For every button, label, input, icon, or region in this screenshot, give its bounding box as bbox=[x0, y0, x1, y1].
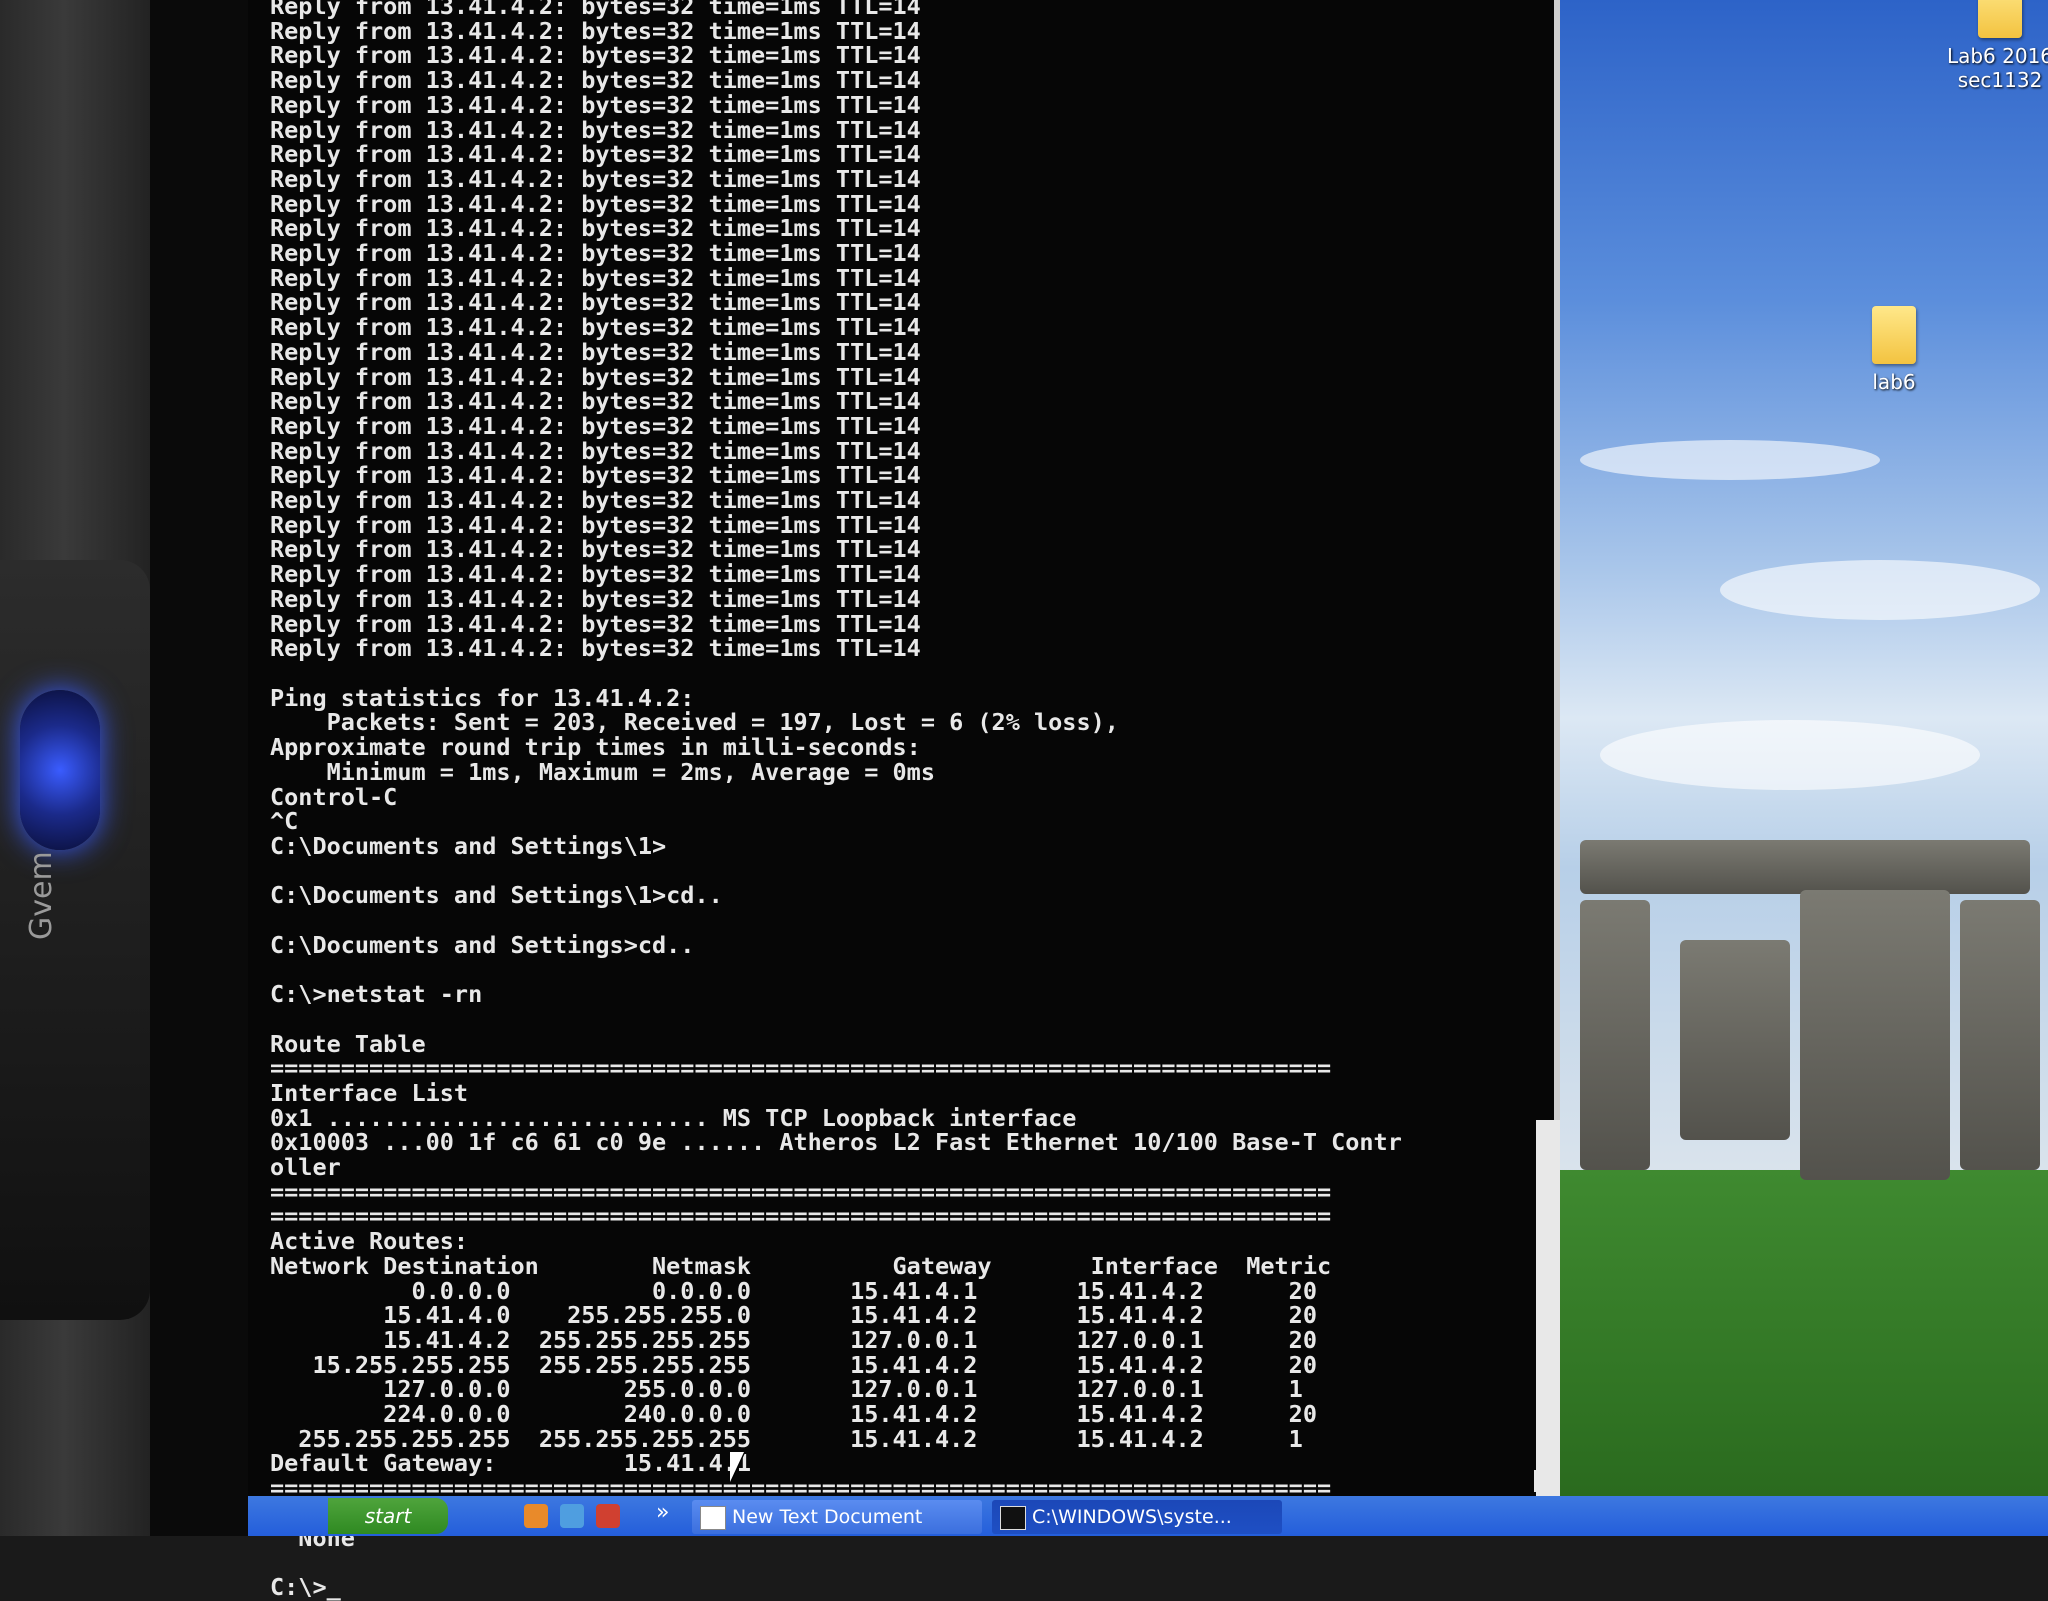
console-line: 224.0.0.0 240.0.0.0 15.41.4.2 15.41.4.2 … bbox=[270, 1400, 1317, 1429]
standing-stone bbox=[1580, 900, 1650, 1170]
console-line: oller bbox=[270, 1153, 341, 1182]
show-desktop-icon[interactable] bbox=[560, 1504, 584, 1528]
console-line: ========================================… bbox=[270, 1177, 1332, 1206]
console-line: Reply from 13.41.4.2: bytes=32 time=1ms … bbox=[270, 461, 921, 490]
console-line: Reply from 13.41.4.2: bytes=32 time=1ms … bbox=[270, 609, 921, 638]
desktop-icon-lab6[interactable]: lab6 bbox=[1834, 306, 1954, 394]
power-led bbox=[20, 690, 100, 850]
console-line: 0x10003 ...00 1f c6 61 c0 9e ...... Athe… bbox=[270, 1128, 1402, 1157]
cloud bbox=[1720, 560, 2040, 620]
taskbar-button-text-document[interactable]: New Text Document bbox=[692, 1500, 982, 1534]
quicklaunch-more-icon[interactable]: » bbox=[656, 1500, 669, 1525]
console-line: Reply from 13.41.4.2: bytes=32 time=1ms … bbox=[270, 510, 921, 539]
start-button[interactable]: start bbox=[328, 1498, 448, 1534]
console-line: Route Table bbox=[270, 1029, 426, 1058]
console-line: 127.0.0.0 255.0.0.0 127.0.0.1 127.0.0.1 … bbox=[270, 1375, 1303, 1404]
pc-brand-label: Gvem bbox=[24, 851, 59, 940]
console-line: Reply from 13.41.4.2: bytes=32 time=1ms … bbox=[270, 239, 921, 268]
lintel-stone bbox=[1580, 840, 2030, 894]
browser-quicklaunch-icon[interactable] bbox=[524, 1504, 548, 1528]
desktop-icon-label: sec1132 bbox=[1957, 68, 2043, 92]
console-line: Reply from 13.41.4.2: bytes=32 time=1ms … bbox=[270, 41, 921, 70]
console-line: C:\Documents and Settings>cd.. bbox=[270, 930, 695, 959]
taskbar-button-command-prompt[interactable]: C:\WINDOWS\syste... bbox=[992, 1500, 1282, 1534]
console-line: 0.0.0.0 0.0.0.0 15.41.4.1 15.41.4.2 20 bbox=[270, 1276, 1317, 1305]
taskbar-button-label: New Text Document bbox=[732, 1506, 923, 1528]
console-line: Default Gateway: 15.41.4.1 bbox=[270, 1449, 752, 1478]
console-line: Active Routes: bbox=[270, 1227, 469, 1256]
console-line: Reply from 13.41.4.2: bytes=32 time=1ms … bbox=[270, 189, 921, 218]
desktop-icon-label: lab6 bbox=[1872, 370, 1916, 394]
standing-stone bbox=[1960, 900, 2040, 1170]
mouse-pointer-icon bbox=[730, 1452, 758, 1482]
desktop-icon-label: Lab6 2016 bbox=[1946, 44, 2048, 68]
console-scrollbar[interactable] bbox=[1536, 1120, 1560, 1496]
console-line: Reply from 13.41.4.2: bytes=32 time=1ms … bbox=[270, 16, 921, 45]
console-line: ========================================… bbox=[270, 1202, 1332, 1231]
console-line: Reply from 13.41.4.2: bytes=32 time=1ms … bbox=[270, 66, 921, 95]
console-line: Reply from 13.41.4.2: bytes=32 time=1ms … bbox=[270, 436, 921, 465]
console-icon bbox=[1000, 1506, 1026, 1530]
console-line: C:\Documents and Settings\1> bbox=[270, 831, 667, 860]
console-line: Reply from 13.41.4.2: bytes=32 time=1ms … bbox=[270, 90, 921, 119]
console-line: Reply from 13.41.4.2: bytes=32 time=1ms … bbox=[270, 288, 921, 317]
console-line: Interface List bbox=[270, 1078, 469, 1107]
console-line: 15.41.4.2 255.255.255.255 127.0.0.1 127.… bbox=[270, 1325, 1317, 1354]
taskbar-button-label: C:\WINDOWS\syste... bbox=[1032, 1506, 1232, 1528]
console-line: Reply from 13.41.4.2: bytes=32 time=1ms … bbox=[270, 115, 921, 144]
console-line: 15.255.255.255 255.255.255.255 15.41.4.2… bbox=[270, 1350, 1317, 1379]
console-line: C:\>netstat -rn bbox=[270, 980, 483, 1009]
console-line: C:\>_ bbox=[270, 1573, 341, 1601]
folder-icon bbox=[1978, 0, 2022, 38]
command-prompt-window[interactable]: Reply from 13.41.4.2: bytes=32 time=1ms … bbox=[248, 0, 1560, 1599]
taskbar: start » New Text Document C:\WINDOWS\sys… bbox=[248, 1496, 2048, 1536]
console-line: 15.41.4.0 255.255.255.0 15.41.4.2 15.41.… bbox=[270, 1301, 1317, 1330]
standing-stone bbox=[1800, 890, 1950, 1180]
console-line: Reply from 13.41.4.2: bytes=32 time=1ms … bbox=[270, 313, 921, 342]
console-line: C:\Documents and Settings\1>cd.. bbox=[270, 881, 723, 910]
cloud bbox=[1600, 720, 1980, 790]
desktop[interactable]: Lab6 2016 sec1132 lab6 bbox=[1560, 0, 2048, 1496]
grass bbox=[1560, 1170, 2048, 1496]
console-line: Reply from 13.41.4.2: bytes=32 time=1ms … bbox=[270, 140, 921, 169]
notepad-icon bbox=[700, 1506, 726, 1530]
console-line: Reply from 13.41.4.2: bytes=32 time=1ms … bbox=[270, 535, 921, 564]
console-line: Reply from 13.41.4.2: bytes=32 time=1ms … bbox=[270, 362, 921, 391]
folder-icon bbox=[1872, 306, 1916, 364]
console-line: ^C bbox=[270, 807, 299, 836]
console-line: Reply from 13.41.4.2: bytes=32 time=1ms … bbox=[270, 486, 921, 515]
console-output: Reply from 13.41.4.2: bytes=32 time=1ms … bbox=[270, 0, 1402, 1600]
pc-tower bbox=[0, 560, 150, 1320]
console-line: 0x1 ........................... MS TCP L… bbox=[270, 1103, 1077, 1132]
console-line: Reply from 13.41.4.2: bytes=32 time=1ms … bbox=[270, 560, 921, 589]
console-line: Reply from 13.41.4.2: bytes=32 time=1ms … bbox=[270, 263, 921, 292]
console-line: Reply from 13.41.4.2: bytes=32 time=1ms … bbox=[270, 0, 921, 20]
console-line: Reply from 13.41.4.2: bytes=32 time=1ms … bbox=[270, 164, 921, 193]
desktop-icon-lab6-2016[interactable]: Lab6 2016 sec1132 bbox=[1940, 0, 2048, 92]
console-line: Reply from 13.41.4.2: bytes=32 time=1ms … bbox=[270, 214, 921, 243]
console-line: ========================================… bbox=[270, 1054, 1332, 1083]
console-line: Minimum = 1ms, Maximum = 2ms, Average = … bbox=[270, 757, 935, 786]
console-line: Reply from 13.41.4.2: bytes=32 time=1ms … bbox=[270, 584, 921, 613]
cloud bbox=[1580, 440, 1880, 480]
console-line: 255.255.255.255 255.255.255.255 15.41.4.… bbox=[270, 1424, 1303, 1453]
console-line: Reply from 13.41.4.2: bytes=32 time=1ms … bbox=[270, 634, 921, 663]
console-line: Network Destination Netmask Gateway Inte… bbox=[270, 1251, 1332, 1280]
media-player-icon[interactable] bbox=[596, 1504, 620, 1528]
console-line: Reply from 13.41.4.2: bytes=32 time=1ms … bbox=[270, 411, 921, 440]
console-line: Reply from 13.41.4.2: bytes=32 time=1ms … bbox=[270, 337, 921, 366]
standing-stone bbox=[1680, 940, 1790, 1140]
console-line: Control-C bbox=[270, 782, 398, 811]
console-line: Reply from 13.41.4.2: bytes=32 time=1ms … bbox=[270, 387, 921, 416]
console-line: Approximate round trip times in milli-se… bbox=[270, 733, 921, 762]
console-line: Ping statistics for 13.41.4.2: bbox=[270, 683, 695, 712]
console-line: Packets: Sent = 203, Received = 197, Los… bbox=[270, 708, 1119, 737]
